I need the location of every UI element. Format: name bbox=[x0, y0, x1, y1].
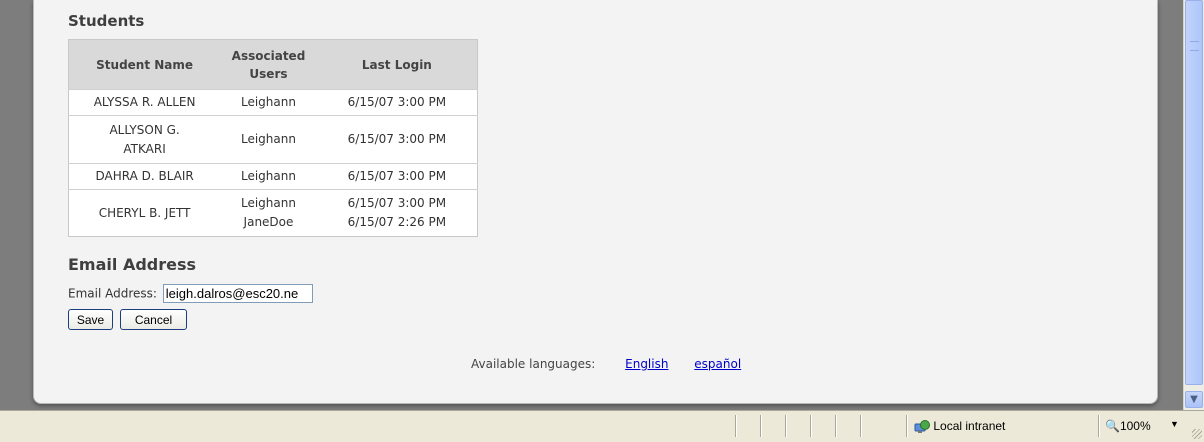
language-selector: Available languages: English español bbox=[471, 357, 741, 371]
last-login: 6/15/07 3:00 PM bbox=[316, 115, 478, 164]
email-field[interactable] bbox=[162, 284, 313, 303]
languages-label: Available languages: bbox=[471, 357, 596, 371]
vertical-scrollbar[interactable]: ▼ bbox=[1183, 0, 1204, 410]
table-row: CHERYL B. JETT Leighann JaneDoe 6/15/07 … bbox=[68, 189, 478, 237]
status-divider bbox=[1098, 415, 1100, 437]
zoom-level[interactable]: 🔍100% bbox=[1105, 419, 1151, 433]
associated-user: Leighann bbox=[220, 89, 317, 116]
scroll-thumb[interactable] bbox=[1185, 0, 1203, 385]
associated-user: Leighann bbox=[240, 196, 296, 210]
resize-grip-icon[interactable] bbox=[1192, 429, 1202, 439]
students-heading: Students bbox=[68, 12, 145, 30]
zoom-value: 100% bbox=[1119, 419, 1151, 433]
student-name: ALYSSA R. ALLEN bbox=[68, 89, 221, 116]
status-divider bbox=[906, 415, 908, 437]
column-header-associated-users[interactable]: Associated Users bbox=[220, 39, 317, 90]
status-divider bbox=[785, 415, 787, 437]
status-divider bbox=[760, 415, 762, 437]
last-login: 6/15/07 3:00 PM bbox=[316, 163, 478, 190]
student-name: DAHRA D. BLAIR bbox=[68, 163, 221, 190]
scroll-down-arrow-icon[interactable]: ▼ bbox=[1185, 391, 1203, 408]
students-table: Student Name Associated Users Last Login… bbox=[68, 39, 478, 237]
table-header-row: Student Name Associated Users Last Login bbox=[68, 39, 478, 90]
associated-user: JaneDoe bbox=[243, 215, 294, 229]
language-link-espanol[interactable]: español bbox=[694, 357, 741, 371]
zone-label: Local intranet bbox=[933, 419, 1006, 433]
last-login: 6/15/07 3:00 PM bbox=[316, 89, 478, 116]
associated-user: Leighann bbox=[220, 163, 317, 190]
status-divider bbox=[835, 415, 837, 437]
save-button[interactable]: Save bbox=[68, 309, 113, 330]
cancel-button[interactable]: Cancel bbox=[120, 309, 187, 330]
email-label: Email Address: bbox=[68, 286, 157, 301]
last-login: 6/15/07 2:26 PM bbox=[347, 215, 447, 229]
zoom-dropdown-arrow-icon[interactable]: ▼ bbox=[1170, 419, 1179, 429]
security-zone[interactable]: Local intranet bbox=[914, 419, 1005, 434]
email-heading: Email Address bbox=[68, 255, 197, 274]
thumb-grip-icon bbox=[1190, 41, 1199, 51]
status-divider bbox=[860, 415, 862, 437]
status-bar: Local intranet 🔍100% ▼ bbox=[0, 410, 1204, 442]
associated-users-cell: Leighann JaneDoe bbox=[220, 189, 317, 237]
local-intranet-icon bbox=[914, 419, 930, 433]
table-row: ALYSSA R. ALLEN Leighann 6/15/07 3:00 PM bbox=[68, 89, 478, 116]
status-divider bbox=[810, 415, 812, 437]
language-link-english[interactable]: English bbox=[625, 357, 668, 371]
column-header-student-name[interactable]: Student Name bbox=[68, 39, 221, 90]
column-header-last-login[interactable]: Last Login bbox=[316, 39, 478, 90]
student-name-text: ALLYSON G. ATKARI bbox=[109, 122, 180, 156]
last-login: 6/15/07 3:00 PM bbox=[347, 196, 447, 210]
table-row: ALLYSON G. ATKARI Leighann 6/15/07 3:00 … bbox=[68, 115, 478, 164]
last-login-cell: 6/15/07 3:00 PM 6/15/07 2:26 PM bbox=[316, 189, 478, 237]
table-row: DAHRA D. BLAIR Leighann 6/15/07 3:00 PM bbox=[68, 163, 478, 190]
student-name: ALLYSON G. ATKARI bbox=[68, 115, 221, 164]
status-divider bbox=[735, 415, 737, 437]
email-row: Email Address: bbox=[68, 284, 313, 303]
associated-user: Leighann bbox=[220, 115, 317, 164]
zoom-icon: 🔍 bbox=[1105, 419, 1120, 433]
student-name: CHERYL B. JETT bbox=[68, 189, 221, 237]
